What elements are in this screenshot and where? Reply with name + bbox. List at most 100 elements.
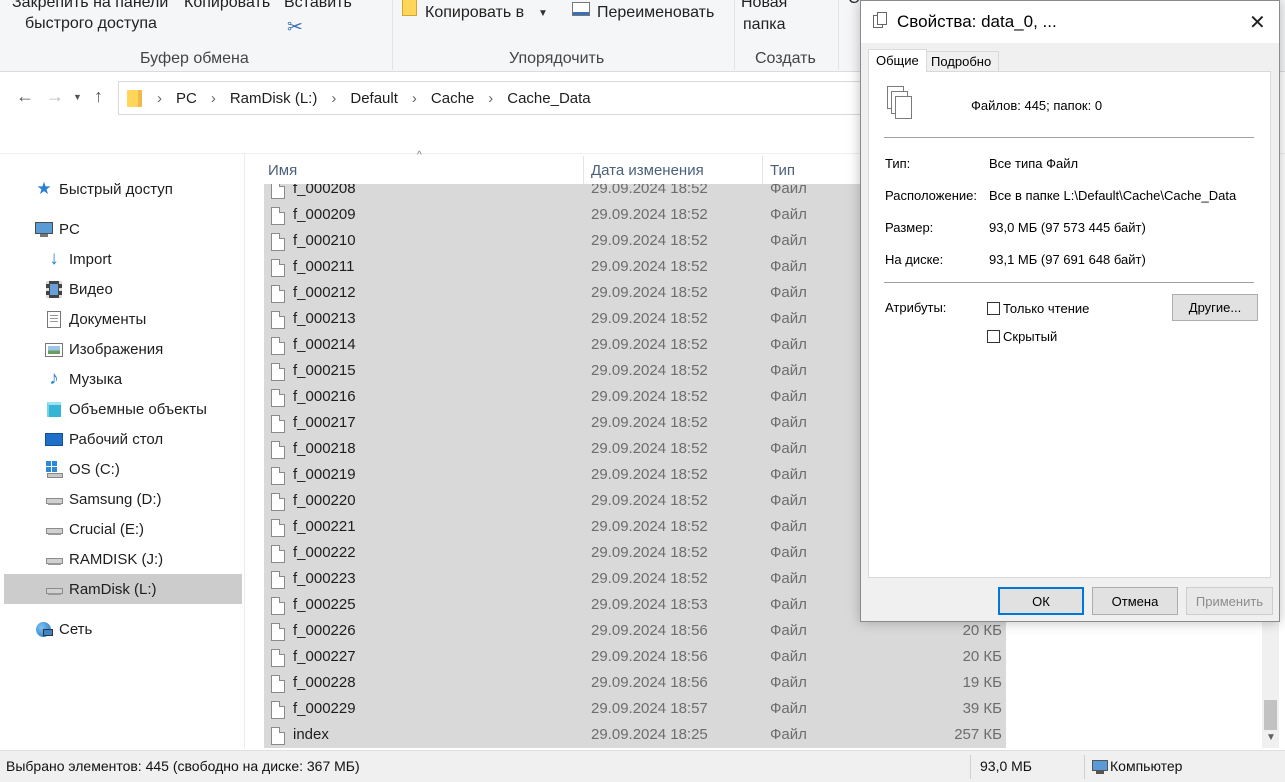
up-arrow-icon[interactable]: ↑ bbox=[94, 86, 103, 107]
new-folder-button[interactable]: Новая bbox=[741, 0, 787, 12]
file-type: Файл bbox=[770, 570, 807, 587]
file-type: Файл bbox=[770, 674, 807, 691]
dialog-title-bar[interactable]: Свойства: data_0, ... ✕ bbox=[861, 1, 1279, 43]
file-type: Файл bbox=[770, 258, 807, 275]
nav-item[interactable]: Видео bbox=[4, 274, 242, 304]
nav-item[interactable]: PC bbox=[4, 214, 242, 244]
file-size: 39 КБ bbox=[962, 700, 1002, 717]
file-name: f_000221 bbox=[293, 518, 356, 535]
chevron-down-icon[interactable]: ▼ bbox=[538, 8, 548, 19]
nav-item[interactable]: ↓ Import bbox=[4, 244, 242, 274]
scroll-down-icon[interactable]: ▼ bbox=[1266, 732, 1276, 743]
column-separator[interactable] bbox=[762, 156, 763, 184]
file-row[interactable]: f_000229 29.09.2024 18:57 Файл 39 КБ bbox=[264, 697, 1006, 723]
file-name: f_000211 bbox=[293, 258, 355, 275]
breadcrumb-item[interactable]: Cache_Data bbox=[502, 90, 595, 107]
breadcrumb[interactable]: › PC › RamDisk (L:) › Default › Cache › Cache_Dat… bbox=[118, 81, 862, 115]
file-name: f_000212 bbox=[293, 284, 356, 301]
nav-item[interactable]: Изображения bbox=[4, 334, 242, 364]
file-type: Файл bbox=[770, 232, 807, 249]
breadcrumb-chevron-icon[interactable]: › bbox=[148, 90, 171, 107]
file-date: 29.09.2024 18:52 bbox=[591, 466, 708, 483]
file-row[interactable]: index 29.09.2024 18:25 Файл 257 КБ bbox=[264, 723, 1006, 748]
breadcrumb-chevron-icon[interactable]: › bbox=[202, 90, 225, 107]
breadcrumb-item[interactable]: RamDisk (L:) bbox=[225, 90, 323, 107]
back-arrow-icon[interactable]: ← bbox=[16, 86, 34, 107]
file-icon bbox=[271, 519, 285, 537]
column-separator[interactable] bbox=[583, 156, 584, 184]
drive-icon bbox=[44, 580, 64, 598]
file-date: 29.09.2024 18:56 bbox=[591, 648, 708, 665]
read-only-checkbox[interactable] bbox=[987, 302, 1000, 315]
nav-item[interactable]: RamDisk (L:) bbox=[4, 574, 242, 604]
file-icon bbox=[271, 675, 285, 693]
nav-item[interactable]: ♪ Музыка bbox=[4, 364, 242, 394]
apply-button[interactable]: Применить bbox=[1186, 587, 1273, 615]
music-icon: ♪ bbox=[49, 368, 59, 389]
column-header-date[interactable]: Дата изменения bbox=[591, 162, 704, 179]
hidden-checkbox[interactable] bbox=[987, 330, 1000, 343]
nav-item[interactable]: Samsung (D:) bbox=[4, 484, 242, 514]
breadcrumb-item[interactable]: Cache bbox=[426, 90, 479, 107]
nav-item[interactable]: Документы bbox=[4, 304, 242, 334]
copy-to-button[interactable]: Копировать в bbox=[425, 4, 524, 22]
file-name: f_000213 bbox=[293, 310, 356, 327]
file-name: f_000215 bbox=[293, 362, 356, 379]
tab-general[interactable]: Общие bbox=[868, 49, 927, 72]
checkbox-label[interactable]: Скрытый bbox=[1003, 329, 1057, 344]
forward-arrow-icon[interactable]: → bbox=[46, 86, 64, 107]
star-icon: ★ bbox=[36, 179, 52, 198]
scrollbar-thumb[interactable] bbox=[1264, 700, 1277, 730]
file-icon bbox=[271, 259, 285, 277]
file-row[interactable]: f_000227 29.09.2024 18:56 Файл 20 КБ bbox=[264, 645, 1006, 671]
breadcrumb-chevron-icon[interactable]: › bbox=[403, 90, 426, 107]
nav-item[interactable]: Crucial (E:) bbox=[4, 514, 242, 544]
file-icon bbox=[271, 571, 285, 589]
file-date: 29.09.2024 18:52 bbox=[591, 492, 708, 509]
file-icon bbox=[271, 467, 285, 485]
drive-icon bbox=[44, 490, 64, 508]
file-icon bbox=[271, 727, 285, 745]
status-bar: Выбрано элементов: 445 (свободно на диск… bbox=[0, 750, 1285, 782]
rename-button[interactable]: Переименовать bbox=[597, 4, 714, 22]
file-size: 20 КБ bbox=[962, 622, 1002, 639]
nav-item[interactable]: RAMDISK (J:) bbox=[4, 544, 242, 574]
file-row[interactable]: f_000228 29.09.2024 18:56 Файл 19 КБ bbox=[264, 671, 1006, 697]
pin-quick-access-button[interactable]: Закрепить на панели bbox=[12, 0, 168, 12]
nav-item[interactable]: Сеть bbox=[4, 614, 242, 644]
breadcrumb-item[interactable]: PC bbox=[171, 90, 202, 107]
pane-divider[interactable] bbox=[244, 154, 245, 748]
nav-item[interactable]: OS (C:) bbox=[4, 454, 242, 484]
tab-details[interactable]: Подробно bbox=[924, 51, 1000, 71]
paste-button[interactable]: Вставить bbox=[284, 0, 352, 12]
nav-item[interactable]: ★ Быстрый доступ bbox=[4, 174, 242, 204]
column-header-type[interactable]: Тип bbox=[770, 162, 795, 179]
nav-item[interactable]: Рабочий стол bbox=[4, 424, 242, 454]
file-name: f_000216 bbox=[293, 388, 356, 405]
file-row[interactable]: f_000226 29.09.2024 18:56 Файл 20 КБ bbox=[264, 619, 1006, 645]
file-icon bbox=[271, 415, 285, 433]
scissors-icon[interactable]: ✂ bbox=[287, 16, 303, 39]
computer-stand-icon bbox=[1096, 771, 1104, 774]
cancel-button[interactable]: Отмена bbox=[1092, 587, 1178, 615]
breadcrumb-chevron-icon[interactable]: › bbox=[322, 90, 345, 107]
close-icon[interactable]: ✕ bbox=[1249, 10, 1266, 35]
file-name: f_000220 bbox=[293, 492, 356, 509]
column-header-name[interactable]: Имя bbox=[268, 162, 297, 179]
copy-button[interactable]: Копировать bbox=[184, 0, 270, 12]
file-type: Файл bbox=[770, 206, 807, 223]
file-size: 19 КБ bbox=[962, 674, 1002, 691]
property-label: Расположение: bbox=[885, 188, 977, 203]
checkbox-label[interactable]: Только чтение bbox=[1003, 301, 1089, 316]
ok-button[interactable]: ОК bbox=[998, 587, 1084, 615]
pin-quick-access-line2: быстрого доступа bbox=[25, 15, 157, 32]
nav-item[interactable]: Объемные объекты bbox=[4, 394, 242, 424]
other-attributes-button[interactable]: Другие... bbox=[1172, 294, 1258, 321]
file-date: 29.09.2024 18:52 bbox=[591, 544, 708, 561]
breadcrumb-chevron-icon[interactable]: › bbox=[479, 90, 502, 107]
recent-locations-chevron-icon[interactable]: ▼ bbox=[73, 92, 82, 102]
status-separator bbox=[970, 755, 971, 779]
breadcrumb-item[interactable]: Default bbox=[345, 90, 403, 107]
file-type: Файл bbox=[770, 466, 807, 483]
file-type: Файл bbox=[770, 440, 807, 457]
